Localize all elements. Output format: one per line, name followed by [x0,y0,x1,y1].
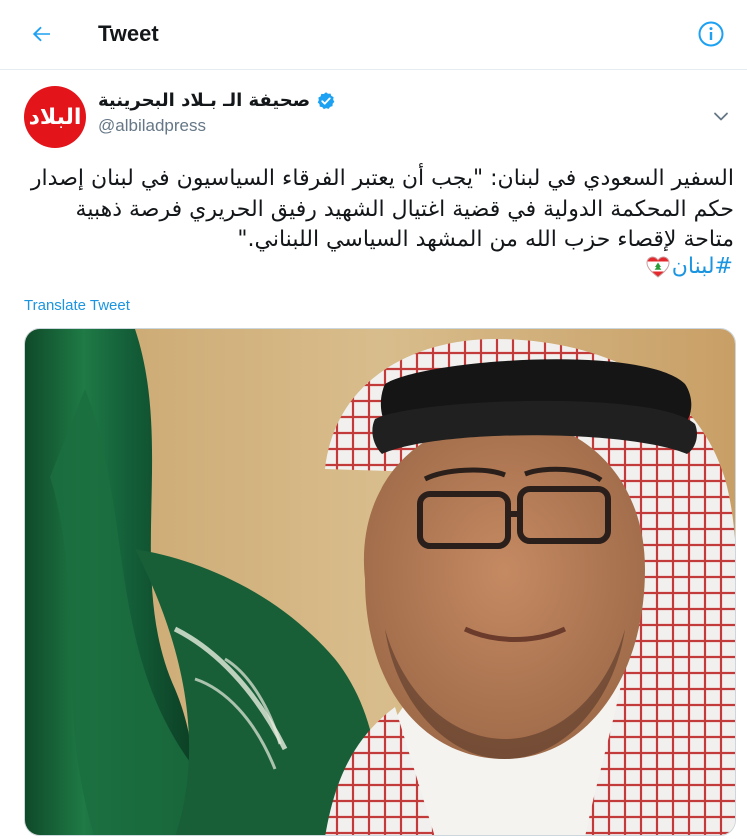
author-name-row[interactable]: صحيفة الـ بـلاد البحرينية [98,90,336,111]
more-options-button[interactable] [709,104,733,128]
author-name: صحيفة الـ بـلاد البحرينية [98,90,311,111]
info-button[interactable] [695,18,727,50]
author-handle[interactable]: @albiladpress [98,116,206,136]
photo-image [25,329,735,835]
tweet-text: السفير السعودي في لبنان: "يجب أن يعتبر ا… [30,166,734,252]
hashtag-line: #لبنان [646,254,733,279]
lebanon-heart-emoji-icon [646,255,670,278]
chevron-down-icon [714,112,728,121]
avatar[interactable]: البلاد [24,86,86,148]
hashtag-link[interactable]: #لبنان [672,254,733,279]
tweet-photo[interactable] [24,328,736,836]
info-icon [698,21,724,47]
page-title: Tweet [98,21,159,46]
arrow-left-icon [32,26,50,42]
top-bar: Tweet [0,0,747,70]
translate-tweet-link[interactable]: Translate Tweet [24,297,130,314]
back-button[interactable] [22,17,62,51]
avatar-logo-text: البلاد [28,104,83,130]
verified-badge-icon [317,91,335,109]
